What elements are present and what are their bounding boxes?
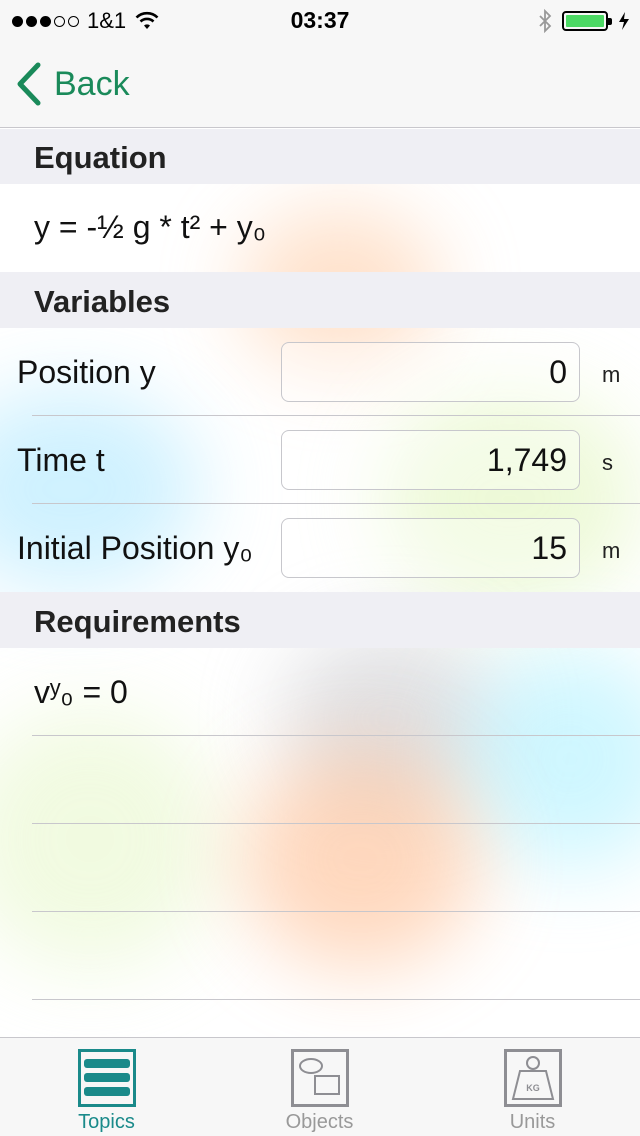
content: Equation y = -½ g * t² + y₀ Variables Po… xyxy=(0,129,640,1037)
requirements-header: Requirements xyxy=(0,592,640,648)
tab-objects[interactable]: Objects xyxy=(213,1038,426,1136)
row-separator xyxy=(32,999,640,1000)
initial-position-field[interactable]: 15 xyxy=(281,518,580,578)
row-separator xyxy=(32,415,640,416)
row-separator xyxy=(32,823,640,824)
initial-position-unit: m xyxy=(602,538,621,563)
tab-units-label: Units xyxy=(509,1111,556,1133)
status-right xyxy=(538,9,630,33)
tab-topics[interactable]: Topics xyxy=(0,1038,213,1136)
battery-icon xyxy=(562,11,612,31)
chevron-left-icon xyxy=(17,62,41,106)
back-label: Back xyxy=(54,64,130,103)
variables-header: Variables xyxy=(0,272,640,328)
tab-topics-label: Topics xyxy=(78,1111,135,1133)
status-bar: 1&1 03:37 xyxy=(0,0,640,40)
units-weight-icon: KG xyxy=(504,1049,562,1107)
tab-units[interactable]: KG Units xyxy=(426,1038,639,1136)
equation-formula: y = -½ g * t² + y₀ xyxy=(34,209,267,245)
navigation-bar: Back xyxy=(0,40,640,128)
topics-icon xyxy=(78,1049,136,1107)
battery-level xyxy=(566,15,604,27)
row-separator xyxy=(32,911,640,912)
time-t-field[interactable]: 1,749 xyxy=(281,430,580,490)
svg-text:KG: KG xyxy=(526,1083,540,1093)
position-y-field[interactable]: 0 xyxy=(281,342,580,402)
time-t-unit: s xyxy=(602,450,613,475)
row-separator xyxy=(32,735,640,736)
objects-icon xyxy=(291,1049,349,1107)
variable-label-position-y: Position y xyxy=(17,354,156,390)
equation-header: Equation xyxy=(0,129,640,184)
tab-bar: Topics Objects KG Units xyxy=(0,1037,640,1136)
back-button[interactable]: Back xyxy=(16,62,130,106)
variable-label-initial-position: Initial Position y₀ xyxy=(17,530,253,566)
position-y-unit: m xyxy=(602,362,621,387)
variable-label-time-t: Time t xyxy=(17,442,105,478)
tab-objects-label: Objects xyxy=(285,1111,354,1133)
requirement-item: vʸ₀ = 0 xyxy=(34,674,128,710)
bluetooth-icon xyxy=(539,9,552,33)
charging-icon xyxy=(619,12,629,30)
row-separator xyxy=(32,503,640,504)
